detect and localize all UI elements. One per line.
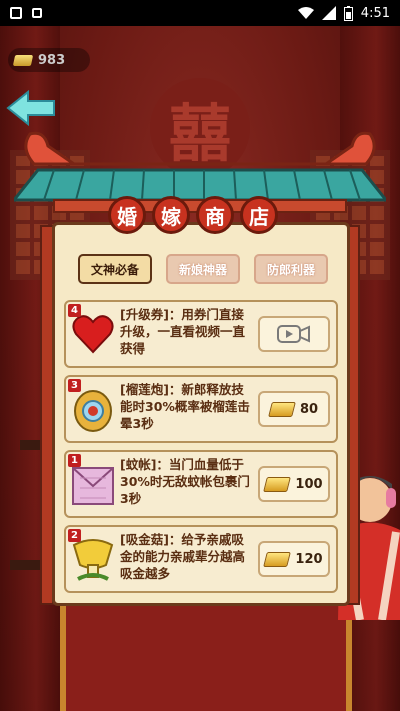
price: 100	[295, 476, 323, 492]
title-char: 婚	[108, 196, 146, 234]
shop-item-durian-cannon: 3 [榴莲炮]：新郎释放技能时30%概率被榴莲击晕3秒 80	[64, 375, 338, 443]
price: 80	[299, 401, 319, 417]
tab-bride[interactable]: 新娘神器	[166, 254, 240, 284]
gold-bar-icon	[268, 401, 296, 417]
gold-bar-icon	[263, 551, 292, 567]
price: 120	[295, 551, 323, 567]
gold-amount: 983	[38, 52, 66, 68]
status-bar: 4:51	[0, 0, 400, 26]
shop-tabs: 文神必备 新娘神器 防郎利器	[78, 254, 328, 284]
watch-video-button[interactable]	[258, 316, 330, 352]
buy-button[interactable]: 120	[258, 541, 330, 577]
gallery-notification-icon	[10, 7, 22, 19]
gold-bar-icon	[263, 476, 292, 492]
item-count-badge: 1	[68, 454, 81, 467]
item-count-badge: 2	[68, 529, 81, 542]
shop-title: 婚 嫁 商 店	[108, 196, 278, 234]
shop-item-upgrade-ticket: 4 [升级券]：用券门直接升级，一直看视频一直获得	[64, 300, 338, 368]
item-description: [吸金菇]：给予亲戚吸金的能力亲戚辈分越高吸金越多	[120, 532, 246, 581]
gold-bar-icon	[12, 54, 34, 66]
item-count-badge: 4	[68, 304, 81, 317]
shop-item-mosquito-net: 1 [蚊帐]：当门血量低于30%时无敌蚊帐包裹门3秒 100	[64, 450, 338, 518]
app-notification-icon	[32, 8, 42, 18]
video-play-icon	[277, 325, 310, 343]
tab-wenshen[interactable]: 文神必备	[78, 254, 152, 284]
gold-counter: 983	[8, 48, 90, 72]
item-count-badge: 3	[68, 379, 81, 392]
clock: 4:51	[360, 5, 390, 21]
item-description: [蚊帐]：当门血量低于30%时无敌蚊帐包裹门3秒	[120, 457, 250, 506]
item-description: [升级券]：用券门直接升级，一直看视频一直获得	[120, 307, 246, 356]
buy-button[interactable]: 100	[258, 466, 330, 502]
wifi-icon	[297, 7, 314, 19]
cellular-signal-icon	[321, 6, 336, 20]
title-char: 商	[196, 196, 234, 234]
item-description: [榴莲炮]：新郎释放技能时30%概率被榴莲击晕3秒	[120, 382, 250, 431]
battery-icon	[343, 5, 353, 21]
title-char: 嫁	[152, 196, 190, 234]
tab-groom-defense[interactable]: 防郎利器	[254, 254, 328, 284]
back-arrow-icon[interactable]	[6, 88, 56, 128]
shop-item-gold-mushroom: 2 [吸金菇]：给予亲戚吸金的能力亲戚辈分越高吸金越多 120	[64, 525, 338, 593]
buy-button[interactable]: 80	[258, 391, 330, 427]
red-carpet	[60, 600, 352, 711]
title-char: 店	[240, 196, 278, 234]
